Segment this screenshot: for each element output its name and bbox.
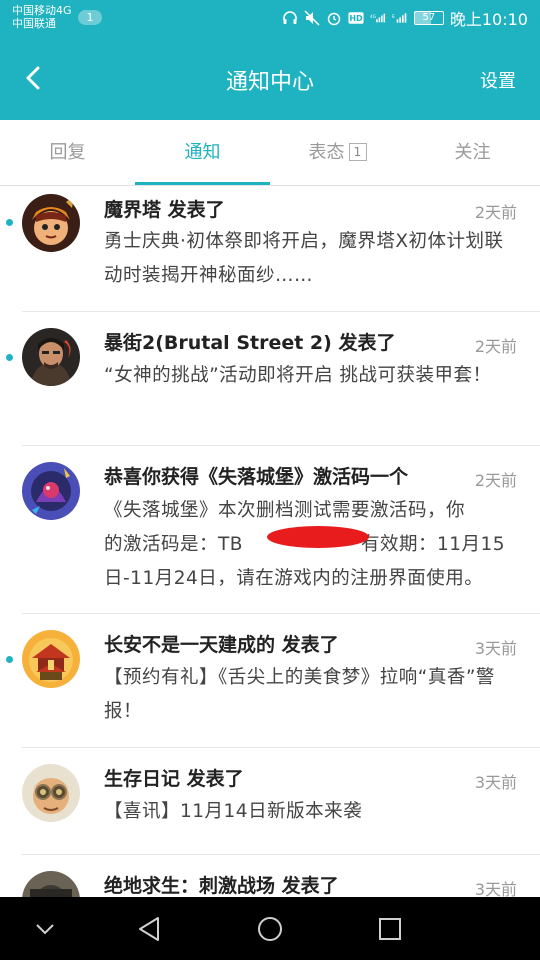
status-bar: 中国移动4G 中国联通 1 HD 4G E 57 晚上10:10 [0, 0, 540, 36]
page-title: 通知中心 [225, 70, 314, 95]
avatar[interactable] [22, 871, 80, 897]
signal-4g-icon: 4G [370, 10, 386, 26]
tab-bar: 回复 通知 表态 1 关注 [0, 120, 540, 186]
notification-time: 3天前 [474, 639, 517, 658]
settings-button[interactable]: 设置 [480, 67, 516, 93]
active-tab-indicator [135, 182, 270, 185]
notification-item[interactable]: 绝地求生：刺激战场 发表了 3天前 [0, 855, 540, 897]
notification-title: 生存日记 发表了 [104, 768, 244, 790]
unread-dot [6, 354, 13, 361]
collapse-chevron-icon[interactable] [27, 911, 63, 947]
notification-time: 2天前 [474, 471, 517, 490]
sim-badge: 1 [78, 10, 102, 25]
headphones-icon [282, 10, 298, 26]
notification-title: 暴街2(Brutal Street 2) 发表了 [104, 332, 396, 354]
carrier-info: 中国移动4G 中国联通 [12, 4, 72, 30]
recents-square-icon[interactable] [372, 911, 408, 947]
unread-dot [6, 219, 13, 226]
notification-item[interactable]: 暴街2(Brutal Street 2) 发表了 2天前 “女神的挑战”活动即将… [0, 312, 540, 446]
system-nav-bar [0, 897, 540, 960]
tab-follow-label: 关注 [454, 142, 491, 163]
alarm-icon [326, 10, 342, 26]
tab-reactions-badge: 1 [348, 143, 367, 161]
notification-body-line: 《失落城堡》本次删档测试需要激活码，你 [104, 500, 466, 521]
avatar[interactable] [22, 194, 80, 252]
tab-reactions-label: 表态 [308, 142, 345, 163]
avatar[interactable] [22, 764, 80, 822]
notification-item[interactable]: 生存日记 发表了 3天前 【喜讯】11月14日新版本来袭 [0, 748, 540, 855]
notification-item[interactable]: 魔界塔 发表了 2天前 勇士庆典·初体祭即将开启，魔界塔X初体计划联动时装揭开神… [0, 186, 540, 312]
avatar[interactable] [22, 328, 80, 386]
unread-dot [6, 656, 13, 663]
svg-text:HD: HD [349, 14, 363, 23]
battery-level: 57 [422, 12, 436, 23]
clock: 晚上10:10 [449, 10, 528, 29]
notification-title: 长安不是一天建成的 发表了 [104, 634, 339, 656]
notification-item[interactable]: 恭喜你获得《失落城堡》激活码一个 2天前 《失落城堡》本次删档测试需要激活码，你… [0, 446, 540, 614]
notification-body: 【喜讯】11月14日新版本来袭 [104, 801, 363, 822]
notification-time: 3天前 [474, 773, 517, 792]
home-circle-icon[interactable] [252, 911, 288, 947]
notification-title: 恭喜你获得《失落城堡》激活码一个 [104, 466, 409, 488]
redaction-mark [267, 526, 369, 548]
notification-time: 3天前 [474, 880, 517, 897]
svg-text:E: E [392, 14, 395, 20]
notification-body-line: 日-11月24日，请在游戏内的注册界面使用。 [104, 568, 484, 589]
tab-follow[interactable]: 关注 [405, 120, 540, 186]
battery-icon: 57 [413, 11, 444, 25]
notification-body: 【预约有礼】《舌尖上的美食梦》拉响“真香”警报！ [104, 667, 495, 722]
status-icons: HD 4G E 57 晚上10:10 [282, 6, 528, 30]
notification-body: “女神的挑战”活动即将开启 挑战可获装甲套！ [104, 365, 492, 386]
svg-text:4G: 4G [370, 14, 376, 20]
mute-icon [304, 10, 320, 26]
tab-notifications[interactable]: 通知 [135, 120, 270, 186]
notification-item[interactable]: 长安不是一天建成的 发表了 3天前 【预约有礼】《舌尖上的美食梦》拉响“真香”警… [0, 614, 540, 748]
app-header: 通知中心 设置 [0, 36, 540, 120]
notification-body: 勇士庆典·初体祭即将开启，魔界塔X初体计划联动时装揭开神秘面纱…… [104, 231, 504, 286]
tab-notifications-label: 通知 [184, 142, 221, 163]
back-triangle-icon[interactable] [132, 911, 168, 947]
carrier-secondary: 中国联通 [12, 17, 56, 30]
tab-reply[interactable]: 回复 [0, 120, 135, 186]
notification-list: 魔界塔 发表了 2天前 勇士庆典·初体祭即将开启，魔界塔X初体计划联动时装揭开神… [0, 186, 540, 897]
tab-reactions[interactable]: 表态 1 [270, 120, 405, 186]
carrier-primary: 中国移动4G [12, 4, 72, 17]
hd-icon: HD [348, 10, 364, 26]
avatar[interactable] [22, 630, 80, 688]
notification-body-part: 有效期：11月15 [361, 534, 506, 555]
notification-body-part: 的激活码是：TB [104, 534, 243, 555]
signal-e-icon: E [392, 10, 408, 26]
tab-reply-label: 回复 [49, 142, 86, 163]
notification-time: 2天前 [474, 337, 517, 356]
notification-title: 绝地求生：刺激战场 发表了 [104, 875, 339, 897]
notification-title: 魔界塔 发表了 [104, 199, 225, 221]
notification-time: 2天前 [474, 203, 517, 222]
avatar[interactable] [22, 462, 80, 520]
